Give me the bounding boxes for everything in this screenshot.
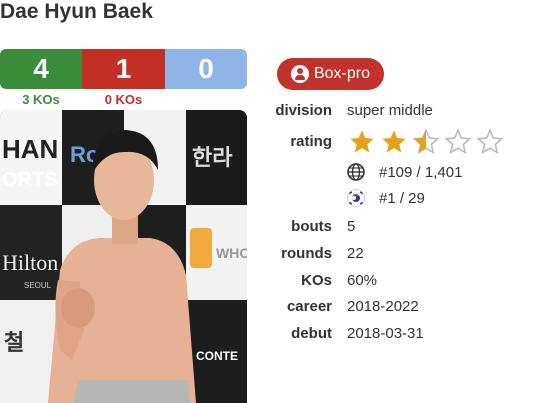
star-half-icon [412, 128, 440, 155]
career-value: 2018-2022 [347, 298, 419, 315]
country-rank-value: #1 / 29 [379, 189, 425, 207]
photo-text: 철 [4, 331, 24, 356]
globe-icon [347, 163, 365, 181]
star-empty-icon [444, 128, 472, 155]
world-rank-value: #109 / 1,401 [379, 163, 463, 181]
rating-label: rating [290, 133, 332, 150]
star-empty-icon [476, 128, 504, 155]
wins-count: 4 [0, 49, 82, 89]
division-label: division [275, 102, 332, 119]
bouts-label: bouts [291, 218, 332, 235]
country-rank[interactable]: #1 / 29 [347, 189, 425, 207]
wins-ko-count: 3 KOs [22, 92, 60, 107]
boxer-photo: HAN ORTS Ro 한라 Hilton SEOUL WHO CONTE 철 [0, 110, 247, 403]
box-pro-badge[interactable]: Box-pro [277, 58, 384, 90]
kos-value: 60% [347, 272, 378, 289]
kos-label: KOs [301, 272, 332, 289]
debut-value: 2018-03-31 [347, 325, 424, 342]
world-rank[interactable]: #109 / 1,401 [347, 163, 462, 181]
photo-text: Hilton [2, 250, 58, 275]
photo-text: WHO [216, 245, 247, 261]
user-circle-icon [290, 65, 309, 83]
photo-text: ORTS [2, 169, 58, 191]
photo-text: CONTE [196, 349, 238, 363]
debut-label: debut [291, 325, 332, 342]
bouts-value: 5 [347, 218, 356, 235]
boxer-name: Dae Hyun Baek [0, 0, 153, 23]
draws-count: 0 [165, 49, 247, 89]
photo-text: SEOUL [24, 281, 52, 290]
losses-count: 1 [82, 49, 165, 89]
rounds-value: 22 [347, 245, 364, 262]
rating-stars [347, 128, 507, 156]
career-label: career [286, 298, 332, 315]
star-full-icon [350, 130, 374, 153]
division-value: super middle [347, 102, 433, 119]
photo-text: 한라 [192, 146, 233, 171]
losses-ko-count: 0 KOs [104, 92, 143, 107]
photo-text: HAN [2, 134, 58, 164]
star-full-icon [382, 130, 406, 153]
record-bar: 4 1 0 [0, 49, 247, 89]
south-korea-flag-icon [347, 189, 365, 207]
badge-label: Box-pro [313, 65, 371, 82]
rounds-label: rounds [281, 245, 332, 262]
